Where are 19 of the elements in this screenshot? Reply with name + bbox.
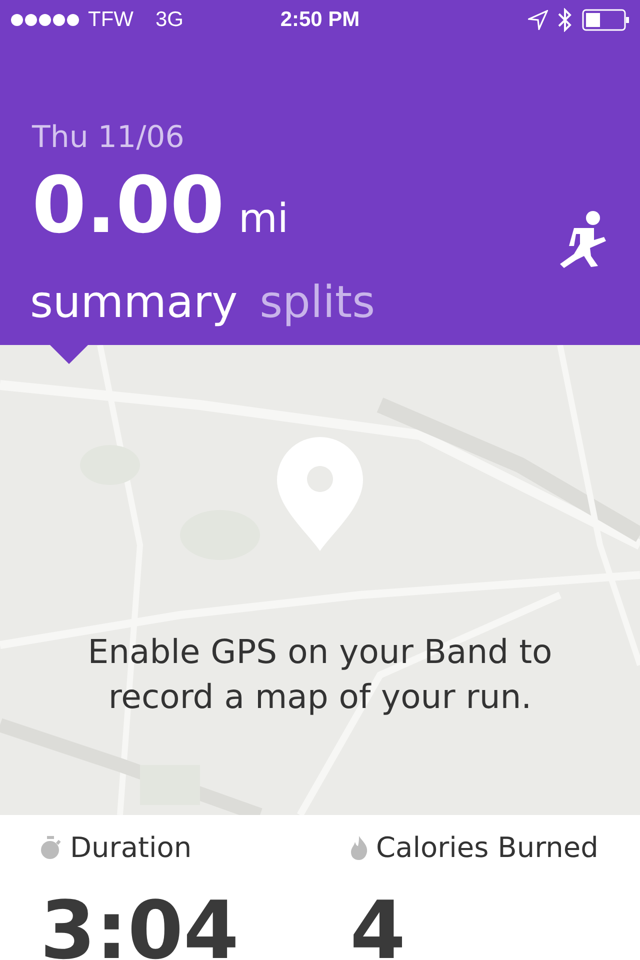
stat-value: 3:04 — [40, 884, 239, 960]
clock-time: 2:50 PM — [280, 8, 360, 31]
gps-message: Enable GPS on your Band to record a map of your run. — [86, 631, 554, 718]
stopwatch-icon — [40, 836, 62, 860]
stat-value: 4 — [350, 884, 406, 960]
battery-icon — [582, 9, 630, 31]
stat-label: Duration — [70, 831, 192, 864]
carrier-name: TFW — [88, 8, 134, 32]
location-arrow-icon — [528, 10, 548, 30]
flame-icon — [350, 836, 368, 860]
network-type: 3G — [155, 8, 184, 32]
distance-unit: mi — [238, 196, 289, 242]
stat-label: Calories Burned — [376, 831, 598, 864]
date-label: Thu 11/06 — [32, 120, 184, 155]
distance-value: 0.00 — [32, 167, 224, 245]
tab[interactable]: summary — [30, 279, 238, 328]
bluetooth-icon — [558, 8, 572, 32]
signal-icon — [10, 13, 80, 27]
tab[interactable]: splits — [260, 279, 376, 328]
